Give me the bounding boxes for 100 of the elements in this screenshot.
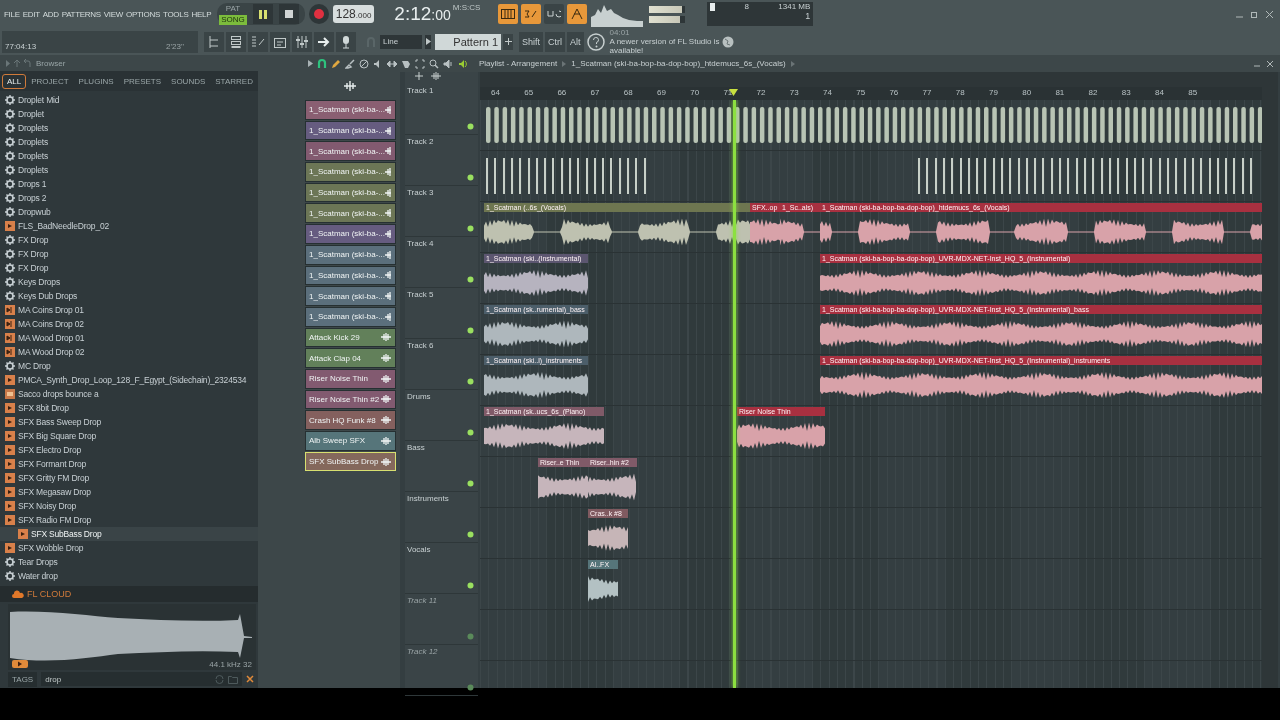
mode-toggle[interactable]: SONG [219,14,247,25]
browser-item[interactable]: FX Drop [0,247,258,261]
browser-item[interactable]: Sacco drops bounce a [0,387,258,401]
microphone-icon[interactable] [336,31,356,52]
browser-item[interactable]: MA Wood Drop 01 [0,331,258,345]
menu-item[interactable]: ADD [42,9,59,19]
track-enable-led[interactable] [467,123,474,130]
track-enable-led[interactable] [467,327,474,334]
track-header[interactable]: Track 5 [405,288,478,339]
menu-item[interactable]: TOOLS [163,9,189,19]
mode-toggle[interactable]: PAT [219,3,247,14]
track-header[interactable]: Drums [405,390,478,441]
track-header[interactable]: Instruments [405,492,478,543]
globe-icon[interactable] [721,35,734,48]
channel-item[interactable]: 1_Scatman (ski-ba-... [305,120,396,141]
slip-icon[interactable] [387,58,397,69]
close-icon[interactable] [246,675,254,683]
track-enable-led[interactable] [467,480,474,487]
timeline-ruler[interactable]: 64 65 66 67 68 69 70 71 72 73 74 75 76 77 78 79 80 81 82 83 84 85 [480,87,1262,100]
sample-preview[interactable]: 44.1 kHz 32 [8,604,256,670]
browser-item[interactable]: SFX Noisy Drop [0,499,258,513]
browser-item[interactable]: MA Wood Drop 02 [0,345,258,359]
modifier-key[interactable]: Ctrl [545,31,565,52]
help-icon[interactable] [585,31,606,52]
track-header[interactable]: Vocals [405,543,478,594]
countdown-icon[interactable] [521,4,542,24]
track-enable-led[interactable] [467,225,474,232]
channel-item[interactable]: Riser Noise Thin #2 [305,389,396,410]
browser-item[interactable]: Drops 1 [0,177,258,191]
track-lane[interactable] [480,151,1262,202]
tempo-display[interactable]: 128.000 [332,5,375,23]
zoom-icon[interactable] [429,58,439,69]
track-header[interactable]: Track 11 [405,594,478,645]
play-icon[interactable] [12,660,28,668]
browser-tab[interactable]: PLUGINS [73,73,119,89]
track-enable-led[interactable] [467,684,474,691]
track-lane[interactable] [480,610,1262,661]
vertical-scrollbar[interactable] [1262,72,1278,688]
track-enable-led[interactable] [467,429,474,436]
browser-tree-icon[interactable] [204,31,224,52]
record-button[interactable] [308,4,329,24]
channel-item[interactable]: Attack Clap 04 [305,348,396,368]
browser-item[interactable]: Droplets [0,121,258,135]
stop-button[interactable] [278,4,299,24]
add-track-icon[interactable] [415,72,423,80]
browser-item[interactable]: Droplet [0,107,258,121]
pause-button[interactable] [252,4,273,24]
menu-item[interactable]: VIEW [103,9,124,19]
browser-item[interactable]: Droplet Mid [0,93,258,107]
track-enable-led[interactable] [467,174,474,181]
browser-item[interactable]: FX Drop [0,233,258,247]
restore-icon[interactable] [1250,9,1259,19]
channel-item[interactable]: 1_Scatman (ski-ba-... [305,265,396,286]
browser-item[interactable]: SFX Radio FM Drop [0,513,258,527]
browser-item[interactable]: Dropwub [0,205,258,219]
audio-clip-icon[interactable] [431,72,441,80]
tags-label[interactable]: TAGS [8,671,38,687]
delete-icon[interactable] [359,58,369,69]
browser-item[interactable]: SFX Electro Drop [0,443,258,457]
magnet-icon[interactable] [317,58,327,69]
track-enable-led[interactable] [467,531,474,538]
metronome-icon[interactable] [567,4,588,24]
channel-item[interactable]: Attack Kick 29 [305,327,396,348]
brush-icon[interactable] [345,58,355,69]
browser-item[interactable]: MA Coins Drop 02 [0,317,258,331]
channel-item[interactable]: 1_Scatman (ski-ba-... [305,224,396,244]
channel-item[interactable]: Crash HQ Funk #8 [305,410,396,430]
browser-item[interactable]: Droplets [0,163,258,177]
browser-tab[interactable]: ALL [2,73,27,89]
browser-item[interactable]: Tear Drops [0,555,258,569]
channel-item[interactable]: 1_Scatman (ski-ba-... [305,182,396,203]
browser-item[interactable]: Droplets [0,135,258,149]
channel-item[interactable]: 1_Scatman (ski-ba-... [305,203,396,224]
browser-tab[interactable]: SOUNDS [166,73,211,89]
channel-item[interactable]: 1_Scatman (ski-ba-... [305,286,396,306]
channel-item[interactable]: 1_Scatman (ski-ba-... [305,162,396,182]
browser-item[interactable]: MC Drop [0,359,258,373]
loop-record-icon[interactable] [544,4,565,24]
master-volume-slider[interactable] [649,5,682,13]
mixer-icon[interactable] [292,31,312,52]
snap-dropdown[interactable]: Line [380,34,422,49]
browser-item[interactable]: SFX Big Square Drop [0,429,258,443]
browser-item[interactable]: SFX 8bit Drop [0,401,258,415]
modifier-key[interactable]: Alt [567,31,584,52]
menu-item[interactable]: FILE [4,9,20,19]
browser-item[interactable]: SFX Gritty FM Drop [0,471,258,485]
modifier-key[interactable]: Shift [519,31,543,52]
pencil-icon[interactable] [331,58,341,69]
browser-item[interactable]: FX Drop [0,261,258,275]
browser-item[interactable]: Keys Drops [0,275,258,289]
browser-tab[interactable]: PRESETS [118,73,167,89]
track-enable-led[interactable] [467,582,474,589]
browser-item[interactable]: SFX Wobble Drop [0,541,258,555]
channel-item[interactable]: 1_Scatman (ski-ba-... [305,244,396,265]
track-enable-led[interactable] [467,378,474,385]
channel-item[interactable]: 1_Scatman (ski-ba-... [305,100,396,120]
browser-tab[interactable]: PROJECT [26,73,74,89]
pattern-selector[interactable]: Pattern 1 [435,33,501,50]
track-header[interactable]: Track 1 [405,84,478,135]
track-header[interactable]: Track 4 [405,237,478,288]
